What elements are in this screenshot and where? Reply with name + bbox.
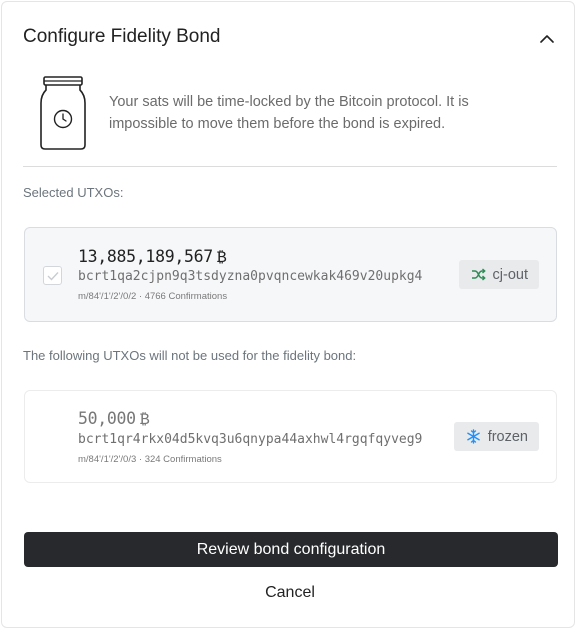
utxo-amount: 50,000 ₿ <box>78 409 149 429</box>
selected-utxo-card[interactable]: 13,885,189,567 ₿ bcrt1qa2cjpn9q3tsdyzna0p… <box>24 227 557 322</box>
bitcoin-unit-icon: ₿ <box>139 409 150 428</box>
selected-utxos-label: Selected UTXOs: <box>23 185 124 200</box>
snowflake-icon <box>466 429 481 444</box>
amount-value: 13,885,189,567 <box>78 247 213 266</box>
utxo-tag-cj-out: cj-out <box>458 260 539 289</box>
fidelity-bond-panel: Configure Fidelity Bond Your sats will b… <box>1 1 575 628</box>
tag-label: cj-out <box>492 266 528 283</box>
checkmark-icon <box>47 271 59 281</box>
chevron-up-icon <box>540 34 554 43</box>
utxo-meta: m/84'/1'/2'/0/3 · 324 Confirmations <box>78 454 222 465</box>
review-bond-button[interactable]: Review bond configuration <box>24 532 558 567</box>
unused-utxos-label: The following UTXOs will not be used for… <box>23 348 357 363</box>
cancel-button[interactable]: Cancel <box>190 580 390 606</box>
utxo-address: bcrt1qr4rkx04d5kvq3u6qnypa44axhwl4rgqfqy… <box>78 432 423 447</box>
amount-value: 50,000 <box>78 409 136 428</box>
utxo-address: bcrt1qa2cjpn9q3tsdyzna0pvqncewkak469v20u… <box>78 269 423 284</box>
shuffle-icon <box>471 267 486 282</box>
page-title: Configure Fidelity Bond <box>23 26 221 47</box>
divider <box>23 166 557 167</box>
utxo-checkbox[interactable] <box>43 266 62 285</box>
collapse-button[interactable] <box>536 28 558 48</box>
tag-label: frozen <box>487 428 528 445</box>
time-lock-info: Your sats will be time-locked by the Bit… <box>109 94 469 132</box>
unused-utxo-card: 50,000 ₿ bcrt1qr4rkx04d5kvq3u6qnypa44axhw… <box>24 390 557 483</box>
jar-clock-icon <box>40 76 86 150</box>
utxo-amount: 13,885,189,567 ₿ <box>78 247 226 267</box>
bitcoin-unit-icon: ₿ <box>216 247 227 266</box>
utxo-tag-frozen: frozen <box>453 422 539 451</box>
utxo-meta: m/84'/1'/2'/0/2 · 4766 Confirmations <box>78 291 228 302</box>
